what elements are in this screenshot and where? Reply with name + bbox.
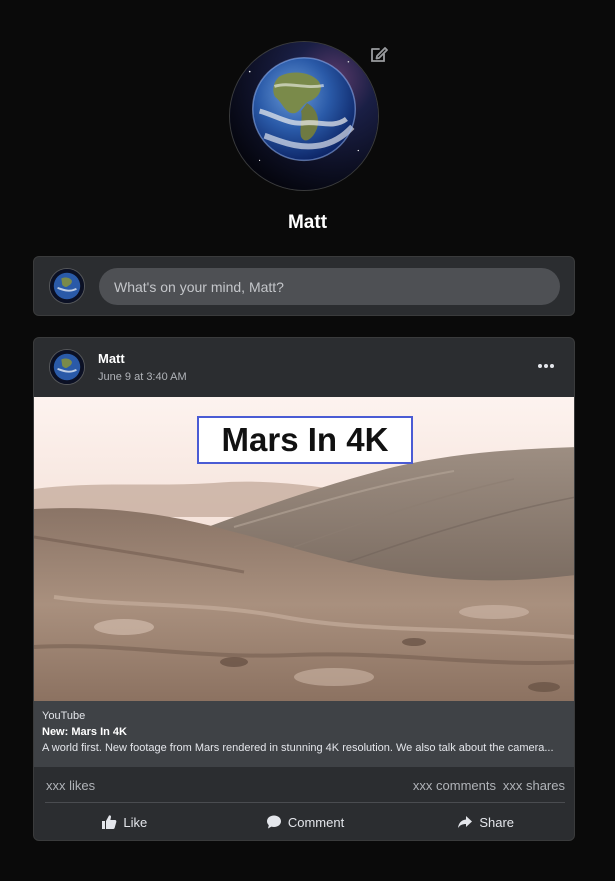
like-button[interactable]: Like (34, 804, 215, 840)
post-author-name[interactable]: Matt (98, 351, 125, 366)
video-overlay-title: Mars In 4K (197, 416, 413, 464)
composer-avatar[interactable] (49, 268, 85, 304)
share-arrow-icon (458, 816, 473, 828)
share-label: Share (479, 814, 515, 830)
post-composer (33, 256, 575, 316)
earth-avatar-image (230, 42, 378, 190)
earth-thumbnail-icon (50, 350, 84, 384)
post-actions: Like Comment Share (34, 804, 574, 840)
shares-count[interactable]: xxx shares (503, 778, 565, 793)
profile-avatar[interactable] (229, 41, 379, 191)
link-preview[interactable]: YouTube New: Mars In 4K A world first. N… (34, 701, 574, 767)
comment-label: Comment (287, 814, 345, 830)
thumbs-up-icon (102, 815, 117, 829)
link-source: YouTube (42, 710, 86, 722)
comment-bubble-icon (266, 815, 281, 829)
earth-thumbnail-icon (50, 269, 84, 303)
profile-name: Matt (287, 212, 328, 233)
post-stats: xxx likes xxx comments xxx shares (34, 767, 574, 803)
more-options-icon[interactable] (534, 358, 558, 374)
comments-count[interactable]: xxx comments (413, 778, 496, 793)
link-title: New: Mars In 4K (42, 726, 127, 738)
share-button[interactable]: Share (395, 804, 574, 840)
post-card: Matt June 9 at 3:40 AM Mars In 4K YouTub… (33, 337, 575, 841)
post-author-avatar[interactable] (49, 349, 85, 385)
comment-button[interactable]: Comment (215, 804, 396, 840)
actions-divider (45, 802, 565, 803)
like-label: Like (123, 814, 148, 830)
pencil-edit-icon[interactable] (368, 43, 390, 65)
status-input[interactable] (99, 268, 560, 305)
likes-count[interactable]: xxx likes (46, 778, 95, 793)
post-video-thumbnail[interactable]: Mars In 4K (34, 397, 574, 701)
post-timestamp[interactable]: June 9 at 3:40 AM (98, 371, 187, 383)
link-description: A world first. New footage from Mars ren… (42, 742, 554, 754)
